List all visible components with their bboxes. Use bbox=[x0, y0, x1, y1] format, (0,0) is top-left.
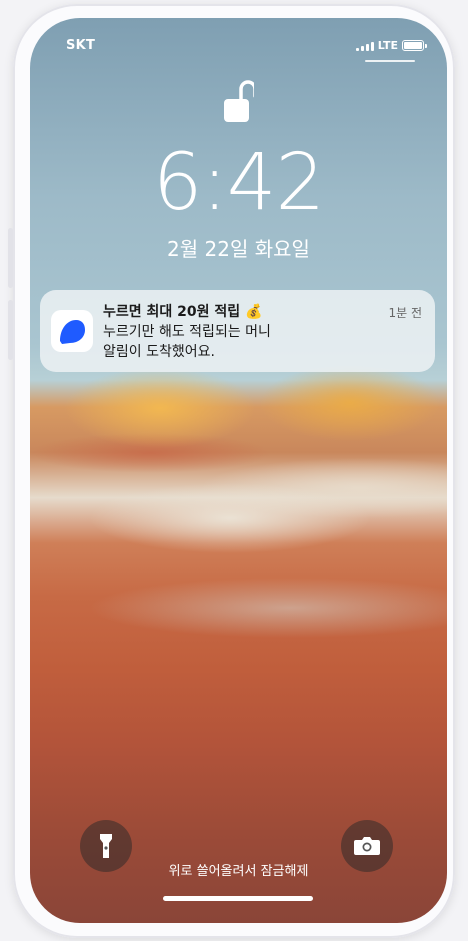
status-indicators: LTE bbox=[355, 39, 427, 52]
notification-body-line: 누르기만 해도 적립되는 머니 bbox=[103, 324, 271, 340]
network-label: LTE bbox=[377, 39, 398, 52]
side-button-volume bbox=[8, 300, 13, 360]
lock-screen[interactable]: SKT LTE 6:42 2월 22일 화요일 누르면 최대 20원 적립 💰 … bbox=[30, 18, 447, 923]
status-underline bbox=[365, 60, 415, 62]
home-indicator[interactable] bbox=[163, 896, 313, 901]
app-icon bbox=[51, 310, 93, 352]
notification-time: 1분 전 bbox=[388, 306, 422, 320]
notification-title: 누르면 최대 20원 적립 💰 bbox=[103, 304, 263, 320]
notification-body-line: 알림이 도착했어요. bbox=[103, 344, 215, 360]
blue-speech-bubble-app-icon bbox=[60, 320, 85, 344]
status-bar: SKT LTE bbox=[30, 38, 447, 54]
notification-card[interactable]: 누르면 최대 20원 적립 💰 1분 전 누르기만 해도 적립되는 머니 알림이… bbox=[40, 290, 435, 372]
unlocked-padlock-icon bbox=[224, 80, 254, 122]
notification-body: 누르기만 해도 적립되는 머니 알림이 도착했어요. bbox=[103, 322, 271, 362]
clock-date: 2월 22일 화요일 bbox=[167, 237, 310, 261]
signal-icon bbox=[355, 40, 374, 51]
battery-icon bbox=[402, 40, 427, 51]
clock-time: 6:42 bbox=[152, 138, 325, 228]
unlock-hint: 위로 쓸어올려서 잠금해제 bbox=[168, 864, 309, 879]
side-button-mute bbox=[8, 228, 13, 288]
carrier-label: SKT bbox=[66, 38, 96, 53]
